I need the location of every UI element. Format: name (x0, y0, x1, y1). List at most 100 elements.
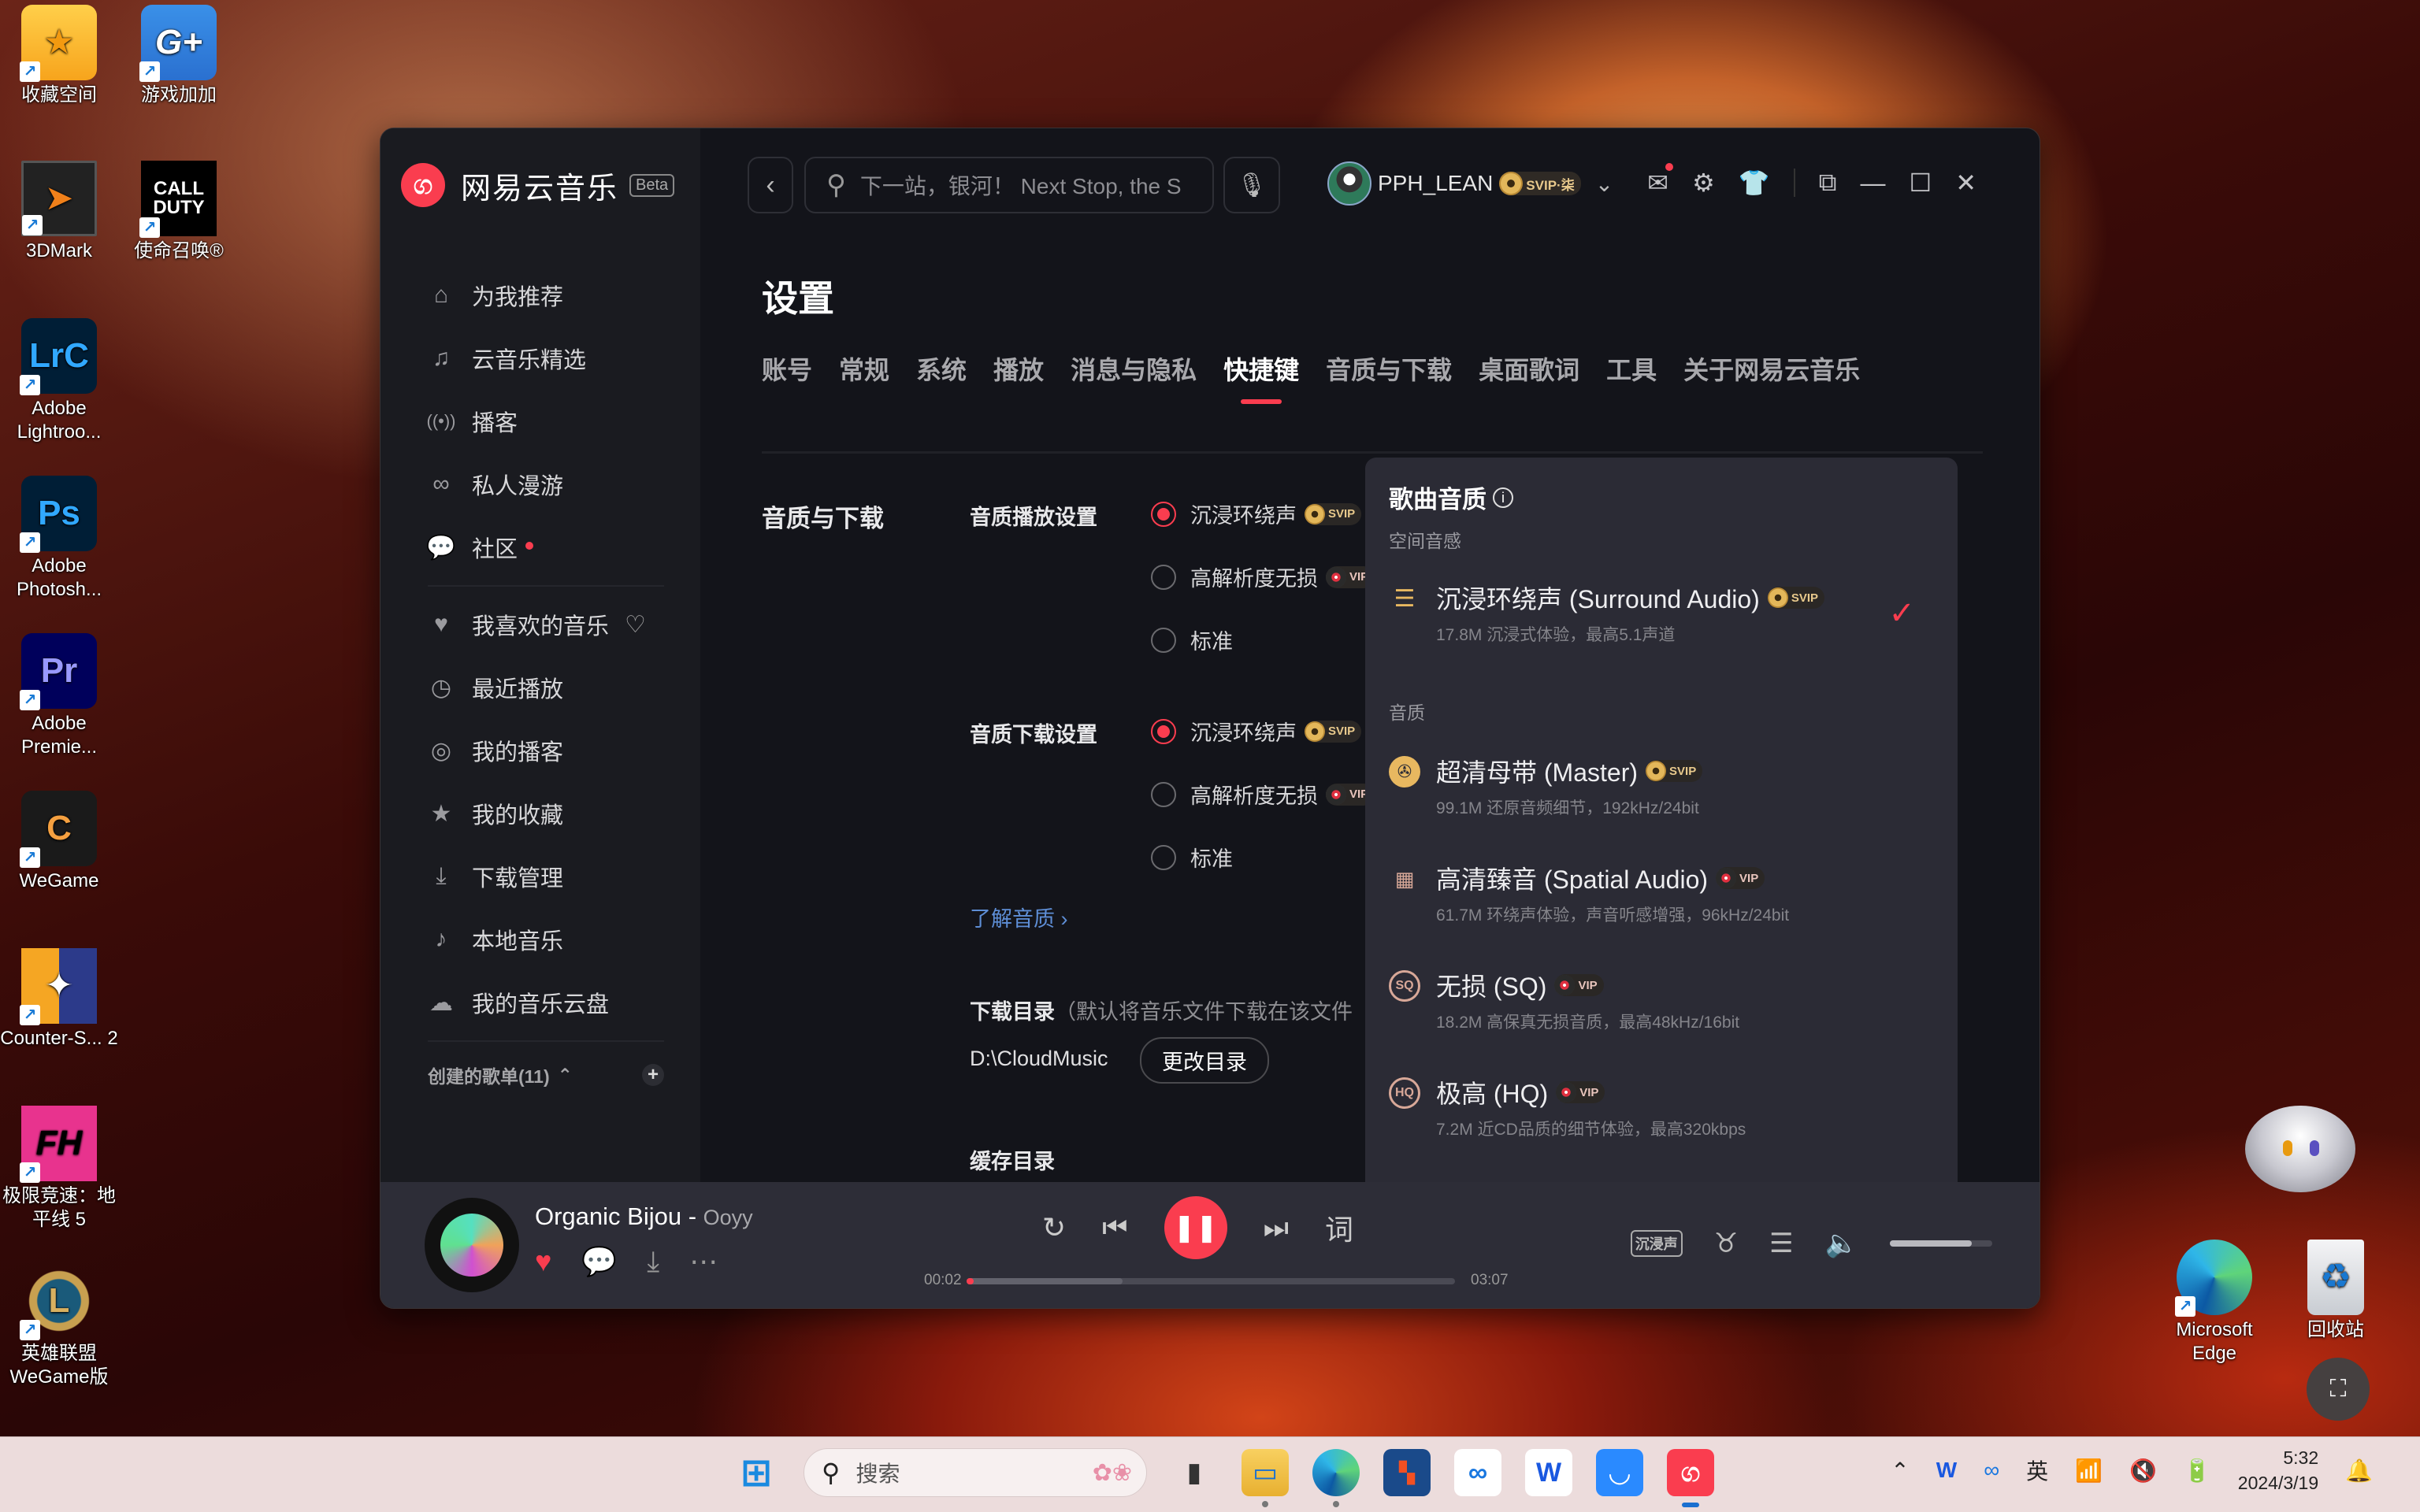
volume-muted-icon[interactable]: 🔇 (2129, 1458, 2157, 1484)
minimize-icon[interactable]: — (1861, 169, 1886, 198)
close-icon[interactable]: ✕ (1955, 168, 1976, 198)
quality-item-master[interactable]: ✇ 超清母带 (Master) SVIP 99.1M 还原音频细节，192kHz/… (1389, 753, 1934, 819)
desktop-icon-cod[interactable]: CALL DUTY ↗ 使命召唤® (120, 161, 238, 263)
desktop-icon-gplus[interactable]: G+ ↗ 游戏加加 (120, 5, 238, 107)
sound-effect-icon[interactable]: ♉ (1714, 1228, 1738, 1259)
user-profile[interactable]: PPH_LEAN SVIP·柒 ⌄ (1327, 161, 1613, 206)
next-track-icon[interactable]: ⏭ (1264, 1211, 1289, 1245)
app-button-w[interactable]: W (1525, 1449, 1572, 1496)
download-quality-option-hires[interactable]: 高解析度无损 VIP (1151, 779, 1375, 810)
lyrics-button[interactable]: 词 (1325, 1207, 1353, 1248)
wifi-icon[interactable]: 📶 (2075, 1458, 2103, 1484)
sidebar-item-collection[interactable]: ★ 我的收藏 (428, 782, 664, 845)
tab-messages-privacy[interactable]: 消息与隐私 (1071, 350, 1197, 387)
quality-item-hq[interactable]: HQ 极高 (HQ) VIP 7.2M 近CD品质的细节体验，最高320kbps (1389, 1074, 1934, 1140)
sidebar-item-featured[interactable]: ♫ 云音乐精选 (428, 327, 664, 390)
settings-gear-icon[interactable]: ⚙ (1692, 168, 1715, 198)
radio-selected[interactable] (1151, 501, 1176, 527)
like-heart-icon[interactable]: ♥ (535, 1245, 551, 1279)
svip-level-badge[interactable]: SVIP·柒 (1499, 172, 1581, 195)
sidebar-item-recommend[interactable]: ⌂ 为我推荐 (428, 264, 664, 327)
notification-bell-icon[interactable]: 🔔 (2345, 1458, 2373, 1484)
sidebar-item-roam[interactable]: ∞ 私人漫游 (428, 453, 664, 516)
text-recognition-button[interactable]: ⛶ (2307, 1358, 2370, 1421)
voice-search-button[interactable]: 🎙 (1223, 157, 1280, 213)
more-icon[interactable]: ⋯ (689, 1245, 718, 1279)
radio-selected[interactable] (1151, 718, 1176, 744)
tab-desktop-lyrics[interactable]: 桌面歌词 (1479, 350, 1579, 387)
tab-tools[interactable]: 工具 (1606, 350, 1657, 387)
album-cover[interactable] (425, 1198, 519, 1292)
progress-slider[interactable] (967, 1278, 1455, 1284)
desktop-icon-lol[interactable]: L ↗ 英雄联盟WeGame版 (0, 1263, 118, 1389)
netease-music-taskbar-button[interactable]: ග (1667, 1449, 1714, 1507)
sidebar-item-local-music[interactable]: ♪ 本地音乐 (428, 908, 664, 971)
theme-shirt-icon[interactable]: 👕 (1739, 168, 1770, 198)
pause-button[interactable]: ❚❚ (1164, 1196, 1227, 1259)
desktop-icon-wegame[interactable]: C ↗ WeGame (0, 791, 118, 893)
tab-playback[interactable]: 播放 (993, 350, 1044, 387)
chevron-down-icon[interactable]: ⌄ (1595, 171, 1613, 197)
sidebar-item-downloads[interactable]: ⤓ 下载管理 (428, 845, 664, 908)
desktop-icon-favorites[interactable]: ★ ↗ 收藏空间 (0, 5, 118, 107)
desktop-icon-premiere[interactable]: Pr ↗ Adobe Premie... (0, 633, 118, 759)
change-directory-button[interactable]: 更改目录 (1140, 1037, 1269, 1084)
tab-general[interactable]: 常规 (839, 350, 889, 387)
clock[interactable]: 5:32 2024/3/19 (2238, 1445, 2318, 1495)
desktop-icon-3dmark[interactable]: ➤ ↗ 3DMark (0, 161, 118, 263)
quality-item-surround[interactable]: ☰ 沉浸环绕声 (Surround Audio) SVIP 17.8M 沉浸式体验… (1389, 580, 1934, 646)
mini-mode-icon[interactable]: ⧉ (1819, 168, 1837, 198)
download-quality-option-surround[interactable]: 沉浸环绕声 SVIP (1151, 716, 1362, 747)
back-button[interactable]: ‹ (748, 157, 793, 213)
desktop-icon-cs2[interactable]: ✦ ↗ Counter-S... 2 (0, 948, 118, 1051)
tray-infinity-app-icon[interactable]: ∞ (1984, 1458, 1999, 1483)
tab-account[interactable]: 账号 (762, 350, 812, 387)
maximize-icon[interactable]: ☐ (1910, 168, 1932, 198)
quality-item-spatial[interactable]: ▦ 高清臻音 (Spatial Audio) VIP 61.7M 环绕声体验，声音… (1389, 860, 1934, 926)
radio-unselected[interactable] (1151, 627, 1176, 653)
start-button[interactable]: ⊞ (733, 1449, 780, 1496)
ms-store-button[interactable]: ▚ (1383, 1449, 1431, 1496)
tab-system[interactable]: 系统 (916, 350, 967, 387)
desktop-icon-recycle-bin[interactable]: ♻ 回收站 (2277, 1240, 2395, 1342)
surround-sound-button[interactable]: 沉浸声 (1630, 1230, 1683, 1257)
input-method-indicator[interactable]: 英 (2026, 1455, 2048, 1486)
assistant-orb[interactable] (2245, 1106, 2355, 1192)
tab-quality-download[interactable]: 音质与下载 (1326, 350, 1452, 387)
info-icon[interactable]: i (1493, 487, 1513, 508)
app-logo[interactable]: ග 网易云音乐 Beta (401, 163, 675, 207)
sidebar-item-liked-music[interactable]: ♥ 我喜欢的音乐 ♡ (428, 593, 664, 656)
desktop-icon-lightroom[interactable]: LrC ↗ Adobe Lightroo... (0, 318, 118, 444)
created-playlists-header[interactable]: 创建的歌单(11) ⌃ + (428, 1051, 664, 1099)
chevron-up-icon[interactable]: ⌃ (1891, 1458, 1909, 1484)
file-explorer-button[interactable]: ▭ (1242, 1449, 1289, 1507)
radio-unselected[interactable] (1151, 781, 1176, 807)
play-quality-option-surround[interactable]: 沉浸环绕声 SVIP (1151, 498, 1362, 529)
sidebar-item-my-podcast[interactable]: ◎ 我的播客 (428, 719, 664, 782)
radio-unselected[interactable] (1151, 844, 1176, 870)
tray-w-app-icon[interactable]: W (1936, 1458, 1957, 1483)
desktop-icon-edge[interactable]: ↗ Microsoft Edge (2155, 1240, 2273, 1366)
add-playlist-button[interactable]: + (642, 1064, 664, 1086)
battery-charging-icon[interactable]: 🔋 (2184, 1458, 2211, 1484)
comment-icon[interactable]: 💬 (581, 1245, 617, 1279)
sidebar-item-community[interactable]: 💬 社区 (426, 516, 664, 579)
sidebar-item-podcast[interactable]: ((•)) 播客 (427, 390, 664, 453)
edge-button[interactable] (1312, 1449, 1360, 1507)
play-quality-option-standard[interactable]: 标准 (1151, 624, 1233, 655)
task-view-button[interactable]: ▮ (1171, 1449, 1218, 1496)
playlist-queue-icon[interactable]: ☰ (1769, 1228, 1793, 1259)
taskbar-search[interactable]: ⚲ 搜索 ✿❀ (804, 1448, 1147, 1497)
search-input[interactable]: ⚲ 下一站，银河！ Next Stop, the S (804, 157, 1214, 213)
download-icon[interactable]: ⤓ (647, 1245, 659, 1279)
desktop-icon-photoshop[interactable]: Ps ↗ Adobe Photosh... (0, 476, 118, 602)
app-button-blue[interactable]: ◡ (1596, 1449, 1643, 1496)
previous-track-icon[interactable]: ⏮ (1102, 1211, 1127, 1245)
desktop-icon-forza[interactable]: FH ↗ 极限竞速：地平线 5 (0, 1106, 118, 1232)
download-quality-option-standard[interactable]: 标准 (1151, 842, 1233, 873)
sidebar-item-recent[interactable]: ◷ 最近播放 (428, 656, 664, 719)
volume-icon[interactable]: 🔈 (1825, 1228, 1858, 1259)
avatar[interactable] (1327, 161, 1371, 206)
volume-slider[interactable] (1890, 1240, 1992, 1247)
radio-unselected[interactable] (1151, 564, 1176, 590)
